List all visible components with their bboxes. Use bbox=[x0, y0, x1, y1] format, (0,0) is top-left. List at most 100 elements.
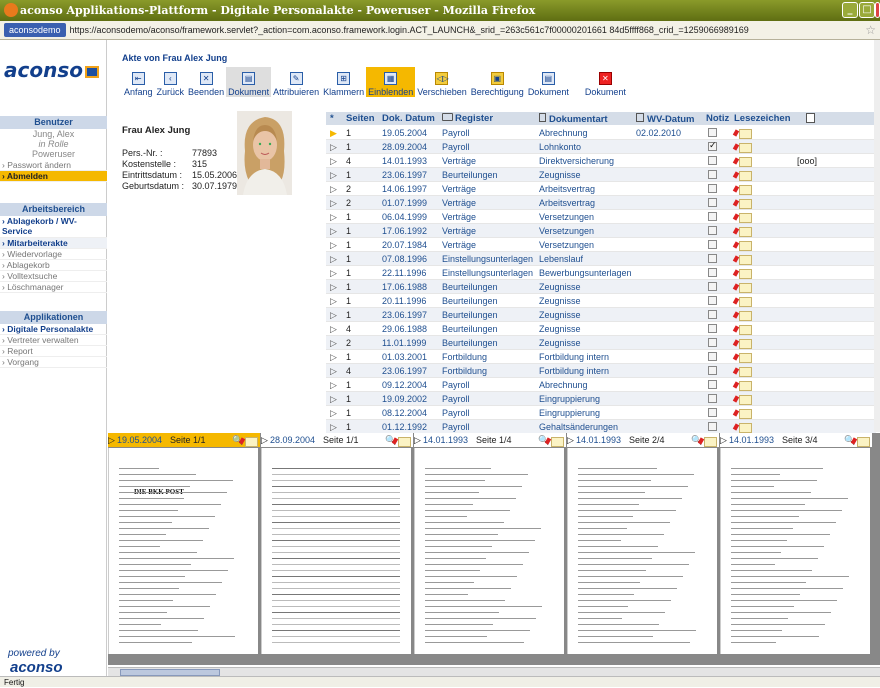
table-row[interactable]: ▷ 1 20.11.1996 Beurteilungen Zeugnisse bbox=[326, 294, 876, 308]
site-identity-button[interactable]: aconsodemo bbox=[4, 23, 66, 37]
row-arrow-icon[interactable]: ▷ bbox=[330, 310, 337, 321]
minimize-icon[interactable]: _ bbox=[842, 2, 858, 18]
document-page-thumbnail[interactable] bbox=[720, 448, 870, 654]
bookmark-icon[interactable] bbox=[734, 394, 752, 405]
notiz-checkbox[interactable] bbox=[708, 324, 717, 333]
table-row[interactable]: ▷ 4 14.01.1993 Verträge Direktversicherung [o… bbox=[326, 154, 876, 168]
bookmark-icon[interactable] bbox=[734, 212, 752, 223]
table-row[interactable]: ▷ 4 29.06.1988 Beurteilungen Zeugnisse bbox=[326, 322, 876, 336]
notiz-checkbox[interactable] bbox=[708, 394, 717, 403]
play-arrow-icon[interactable]: ▷ bbox=[261, 435, 268, 446]
row-arrow-icon[interactable]: ▷ bbox=[330, 156, 337, 167]
row-arrow-icon[interactable]: ▷ bbox=[330, 394, 337, 405]
bookmark-icon[interactable] bbox=[734, 198, 752, 209]
header-seiten[interactable]: Seiten bbox=[346, 113, 375, 124]
notiz-checkbox[interactable] bbox=[708, 254, 717, 263]
row-arrow-icon[interactable]: ▷ bbox=[330, 142, 337, 153]
viewer-page-header[interactable]: ▷ 14.01.1993 Seite 3/4 🔍 bbox=[720, 433, 872, 447]
sidebar-item-vertreter[interactable]: › Vertreter verwalten bbox=[0, 335, 107, 346]
header-register[interactable]: Register bbox=[442, 113, 493, 124]
row-arrow-icon[interactable]: ▷ bbox=[330, 170, 337, 181]
sidebar-item-ablagekorb-wv[interactable]: › Ablagekorb / WV-Service bbox=[0, 216, 107, 238]
viewer-page-header[interactable]: ▷ 14.01.1993 Seite 2/4 🔍 bbox=[567, 433, 719, 447]
table-row[interactable]: ▷ 1 01.12.1992 Payroll Gehaltsänderungen bbox=[326, 420, 876, 434]
viewer-scrollbar-thumb[interactable] bbox=[120, 669, 220, 676]
notiz-checkbox[interactable] bbox=[708, 352, 717, 361]
notiz-checkbox[interactable] bbox=[708, 170, 717, 179]
row-arrow-icon[interactable]: ▷ bbox=[330, 408, 337, 419]
notiz-checkbox[interactable] bbox=[708, 156, 717, 165]
table-row[interactable]: ▷ 1 23.06.1997 Beurteilungen Zeugnisse bbox=[326, 308, 876, 322]
row-arrow-icon[interactable]: ▷ bbox=[330, 366, 337, 377]
sidebar-item-digitale-personalakte[interactable]: › Digitale Personalakte bbox=[0, 324, 107, 335]
toolbar-button-berechtigung-8[interactable]: ▣ Berechtigung bbox=[469, 67, 526, 97]
row-arrow-icon[interactable]: ▷ bbox=[330, 254, 337, 265]
play-arrow-icon[interactable]: ▷ bbox=[108, 435, 115, 446]
bookmark-icon[interactable] bbox=[734, 254, 752, 265]
play-arrow-icon[interactable]: ▷ bbox=[720, 435, 727, 446]
bookmark-icon[interactable] bbox=[734, 338, 752, 349]
cell-extra[interactable]: [ooo] bbox=[797, 156, 817, 166]
row-arrow-icon[interactable]: ▷ bbox=[330, 268, 337, 279]
notiz-checkbox[interactable] bbox=[708, 408, 717, 417]
table-row[interactable]: ▷ 2 14.06.1997 Verträge Arbeitsvertrag bbox=[326, 182, 876, 196]
row-arrow-icon[interactable]: ▷ bbox=[330, 296, 337, 307]
row-arrow-icon[interactable]: ▶ bbox=[330, 128, 337, 139]
bookmark-icon[interactable] bbox=[734, 128, 752, 139]
table-row[interactable]: ▷ 1 07.08.1996 Einstellungsunterlagen Lebens… bbox=[326, 252, 876, 266]
document-page-thumbnail[interactable] bbox=[261, 448, 411, 654]
notiz-checkbox[interactable] bbox=[708, 366, 717, 375]
notiz-checkbox[interactable] bbox=[708, 184, 717, 193]
table-row[interactable]: ▷ 1 28.09.2004 Payroll Lohnkonto bbox=[326, 140, 876, 154]
toolbar-button-dokument-9[interactable]: ▤ Dokument bbox=[526, 67, 571, 97]
maximize-icon[interactable]: □ bbox=[859, 2, 875, 18]
notiz-checkbox[interactable] bbox=[708, 310, 717, 319]
row-arrow-icon[interactable]: ▷ bbox=[330, 380, 337, 391]
table-row[interactable]: ▷ 1 08.12.2004 Payroll Eingruppierung bbox=[326, 406, 876, 420]
row-arrow-icon[interactable]: ▷ bbox=[330, 422, 337, 433]
table-row[interactable]: ▷ 1 01.03.2001 Fortbildung Fortbildung inter… bbox=[326, 350, 876, 364]
sidebar-item-passwort[interactable]: › Passwort ändern bbox=[0, 160, 107, 171]
bookmark-icon[interactable] bbox=[734, 184, 752, 195]
viewer-page-header[interactable]: ▷ 19.05.2004 Seite 1/1 🔍 bbox=[108, 433, 260, 447]
notiz-checkbox[interactable] bbox=[708, 198, 717, 207]
document-page-thumbnail[interactable]: DIE BKK POST bbox=[108, 448, 258, 654]
viewer-page-header[interactable]: ▷ 14.01.1993 Seite 1/4 🔍 bbox=[414, 433, 566, 447]
viewer-scrollbar[interactable] bbox=[108, 667, 880, 676]
bookmark-icon[interactable] bbox=[734, 366, 752, 377]
header-lesezeichen[interactable]: Lesezeichen bbox=[734, 113, 791, 124]
sidebar-item-vorgang[interactable]: › Vorgang bbox=[0, 357, 107, 368]
notiz-checkbox[interactable] bbox=[708, 422, 717, 431]
table-row[interactable]: ▷ 2 01.07.1999 Verträge Arbeitsvertrag bbox=[326, 196, 876, 210]
toolbar-button-dokument-3[interactable]: ▤ Dokument bbox=[226, 67, 272, 97]
row-arrow-icon[interactable]: ▷ bbox=[330, 282, 337, 293]
table-row[interactable]: ▷ 1 06.04.1999 Verträge Versetzungen bbox=[326, 210, 876, 224]
table-row[interactable]: ▷ 1 20.07.1984 Verträge Versetzungen bbox=[326, 238, 876, 252]
notiz-checkbox[interactable] bbox=[708, 268, 717, 277]
notiz-checkbox[interactable] bbox=[708, 380, 717, 389]
table-scrollbar[interactable] bbox=[874, 40, 880, 432]
bookmark-icon[interactable] bbox=[734, 296, 752, 307]
toolbar-button-beenden-2[interactable]: ✕ Beenden bbox=[186, 67, 226, 97]
bookmark-icon[interactable] bbox=[734, 408, 752, 419]
sidebar-item-abmelden[interactable]: › Abmelden bbox=[0, 171, 107, 182]
header-dokumentart[interactable]: Dokumentart bbox=[539, 113, 608, 125]
sidebar-item-wiedervorlage[interactable]: › Wiedervorlage bbox=[0, 249, 107, 260]
row-arrow-icon[interactable]: ▷ bbox=[330, 212, 337, 223]
bookmark-icon[interactable] bbox=[734, 156, 752, 167]
bookmark-icon[interactable] bbox=[734, 240, 752, 251]
toolbar-button-anfang-0[interactable]: ⇤ Anfang bbox=[122, 67, 155, 97]
page-bookmark-icon[interactable] bbox=[240, 436, 258, 447]
sidebar-item-report[interactable]: › Report bbox=[0, 346, 107, 357]
bookmark-icon[interactable] bbox=[734, 282, 752, 293]
table-row[interactable]: ▷ 1 17.06.1992 Verträge Versetzungen bbox=[326, 224, 876, 238]
table-row[interactable]: ▷ 1 23.06.1997 Beurteilungen Zeugnisse bbox=[326, 168, 876, 182]
table-row[interactable]: ▷ 1 09.12.2004 Payroll Abrechnung bbox=[326, 378, 876, 392]
bookmark-icon[interactable] bbox=[734, 142, 752, 153]
toolbar-button-verschieben-7[interactable]: ◁▷ Verschieben bbox=[415, 67, 469, 97]
info-icon[interactable] bbox=[806, 113, 815, 123]
header-datum[interactable]: Dok. Datum bbox=[382, 113, 435, 124]
table-row[interactable]: ▷ 1 22.11.1996 Einstellungsunterlagen Bewerb… bbox=[326, 266, 876, 280]
page-bookmark-icon[interactable] bbox=[546, 436, 564, 447]
bookmark-icon[interactable] bbox=[734, 380, 752, 391]
